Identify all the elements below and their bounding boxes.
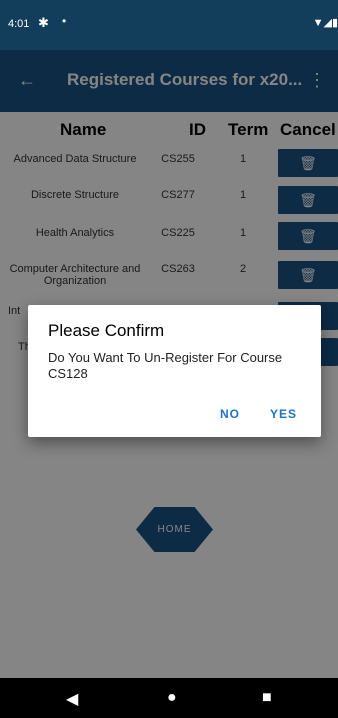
confirm-dialog: Please Confirm Do You Want To Un-Registe… (28, 305, 321, 437)
app-screen: 4:01 ✱ • ▼◢▮ ← Registered Courses for x2… (0, 0, 338, 718)
status-bar: 4:01 ✱ • ▼◢▮ (0, 0, 338, 50)
notification-dot-icon: • (62, 14, 67, 28)
dialog-title: Please Confirm (48, 321, 165, 340)
dialog-message: Do You Want To Un-Register For Course CS… (48, 350, 283, 381)
system-nav-bar: ◀ ● ■ (0, 678, 338, 718)
dialog-yes-button[interactable]: YES (270, 407, 297, 421)
signal-battery-icon: ▼◢▮ (312, 17, 338, 29)
nav-recents-icon[interactable]: ■ (262, 689, 272, 707)
settings-gear-icon: ✱ (38, 15, 49, 30)
nav-back-icon[interactable]: ◀ (66, 689, 78, 709)
dialog-no-button[interactable]: NO (220, 407, 240, 421)
nav-home-icon[interactable]: ● (167, 689, 177, 707)
status-time: 4:01 (8, 18, 30, 30)
